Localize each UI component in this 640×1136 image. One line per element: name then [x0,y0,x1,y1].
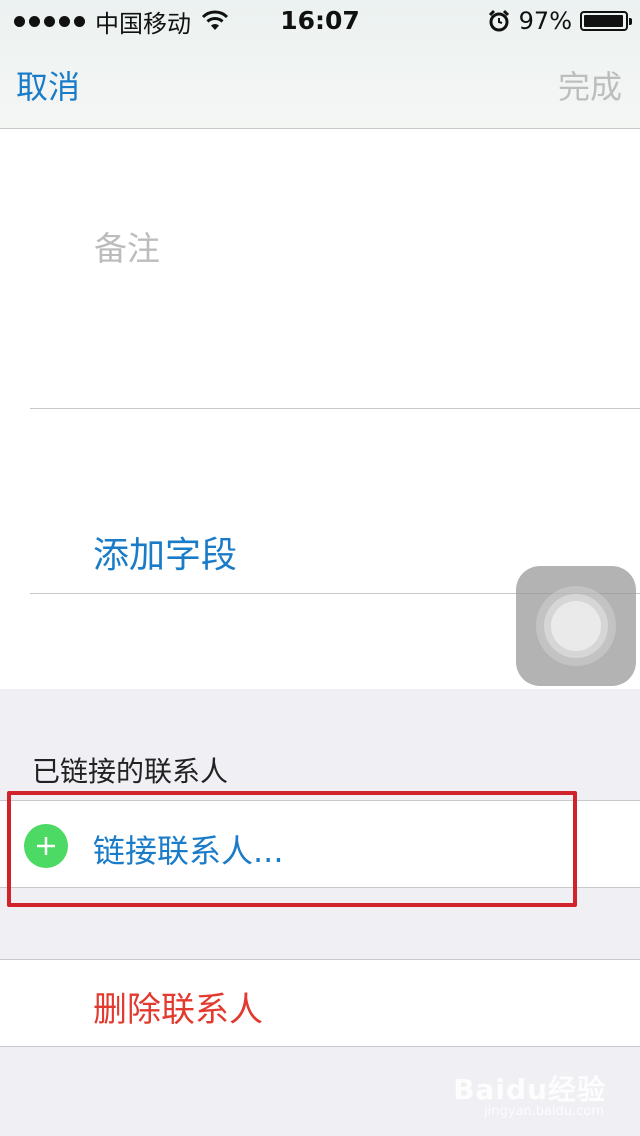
highlight-box [7,791,577,907]
assistive-touch-button[interactable] [516,566,636,686]
alarm-icon [488,9,509,32]
done-button[interactable]: 完成 [558,62,622,108]
notes-field[interactable]: 备注 [94,222,160,270]
divider [30,408,640,409]
cancel-button[interactable]: 取消 [16,62,80,108]
battery-fill [584,15,623,27]
status-right: 97% [487,4,632,38]
add-field-button[interactable]: 添加字段 [93,526,237,578]
battery-icon [580,11,632,31]
linked-contacts-header: 已链接的联系人 [32,755,229,788]
delete-contact-button[interactable]: 删除联系人 [93,982,263,1031]
watermark-logo: Baidu经验 [453,1073,606,1106]
battery-percent: 97% [518,7,572,35]
watermark-url: jingyan.baidu.com [484,1104,604,1119]
